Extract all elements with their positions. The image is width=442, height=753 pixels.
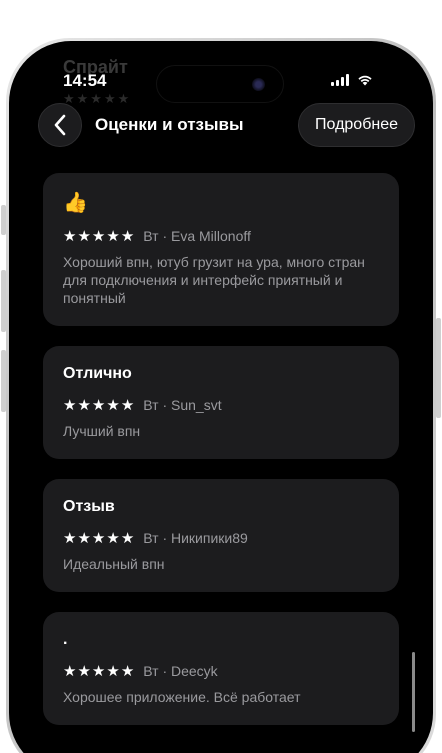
star-icon: ★ <box>106 396 120 414</box>
star-icon: ★ <box>106 529 120 547</box>
star-icon: ★ <box>77 227 91 245</box>
volume-up-button <box>1 270 6 332</box>
screen: Спрайт ★★★★★ 14:54 Оценки и отзывы Подро… <box>13 47 429 753</box>
reviews-list: 👍 ★ ★ ★ ★ ★ Вт · Eva Millonoff Хороший впн, … <box>43 173 399 745</box>
star-icon: ★ <box>77 529 91 547</box>
review-card[interactable]: Отзыв ★ ★ ★ ★ ★ Вт · Никипики89 Идеальный вп… <box>43 479 399 592</box>
star-icon: ★ <box>77 662 91 680</box>
review-text: Хорошее приложение. Всё работает <box>63 689 301 705</box>
back-button[interactable] <box>38 103 82 147</box>
rating-stars: ★ ★ ★ ★ ★ <box>63 229 134 244</box>
action-button <box>1 205 6 235</box>
status-time: 14:54 <box>63 71 107 90</box>
review-card[interactable]: . ★ ★ ★ ★ ★ Вт · Deecyk Хорошее приложение. … <box>43 612 399 725</box>
review-text: Хороший впн, ютуб грузит на ура, много с… <box>63 254 365 306</box>
dynamic-island <box>156 65 284 103</box>
camera-icon <box>252 78 265 91</box>
review-title: 👍 <box>63 192 88 214</box>
star-icon: ★ <box>120 396 135 414</box>
star-icon: ★ <box>120 227 135 245</box>
volume-down-button <box>1 350 6 412</box>
review-meta: ★ ★ ★ ★ ★ Вт · Eva Millonoff <box>63 228 379 244</box>
chevron-left-icon <box>54 114 66 136</box>
page-title: Оценки и отзывы <box>95 115 244 134</box>
star-icon: ★ <box>63 227 77 245</box>
more-button[interactable]: Подробнее <box>298 103 415 147</box>
review-title: . <box>63 631 68 648</box>
star-icon: ★ <box>106 227 120 245</box>
star-icon: ★ <box>63 396 77 414</box>
review-title: Отзыв <box>63 498 115 515</box>
rating-stars: ★ ★ ★ ★ ★ <box>63 531 134 546</box>
star-icon: ★ <box>91 396 106 414</box>
star-icon: ★ <box>91 529 106 547</box>
star-icon: ★ <box>63 662 77 680</box>
review-meta: ★ ★ ★ ★ ★ Вт · Никипики89 <box>63 530 379 546</box>
rating-stars: ★ ★ ★ ★ ★ <box>63 398 134 413</box>
cellular-signal-icon <box>331 74 349 86</box>
star-icon: ★ <box>91 227 106 245</box>
review-date-author: Вт · Sun_svt <box>143 397 222 413</box>
star-icon: ★ <box>106 662 120 680</box>
review-meta: ★ ★ ★ ★ ★ Вт · Deecyk <box>63 663 379 679</box>
review-date-author: Вт · Никипики89 <box>143 530 248 546</box>
status-icons <box>331 74 373 86</box>
review-text: Лучший впн <box>63 423 141 439</box>
review-date-author: Вт · Deecyk <box>143 663 218 679</box>
scrollbar[interactable] <box>412 652 415 732</box>
power-button <box>436 318 441 418</box>
review-text: Идеальный впн <box>63 556 165 572</box>
review-date-author: Вт · Eva Millonoff <box>143 228 251 244</box>
navigation-bar: Оценки и отзывы Подробнее <box>38 103 415 147</box>
review-card[interactable]: Отлично ★ ★ ★ ★ ★ Вт · Sun_svt Лучший впн <box>43 346 399 459</box>
rating-stars: ★ ★ ★ ★ ★ <box>63 664 134 679</box>
review-meta: ★ ★ ★ ★ ★ Вт · Sun_svt <box>63 397 379 413</box>
star-icon: ★ <box>120 529 135 547</box>
review-title: Отлично <box>63 365 132 382</box>
star-icon: ★ <box>91 662 106 680</box>
star-icon: ★ <box>120 662 135 680</box>
review-card[interactable]: 👍 ★ ★ ★ ★ ★ Вт · Eva Millonoff Хороший впн, … <box>43 173 399 326</box>
star-icon: ★ <box>63 529 77 547</box>
star-icon: ★ <box>77 396 91 414</box>
wifi-icon <box>358 75 372 86</box>
